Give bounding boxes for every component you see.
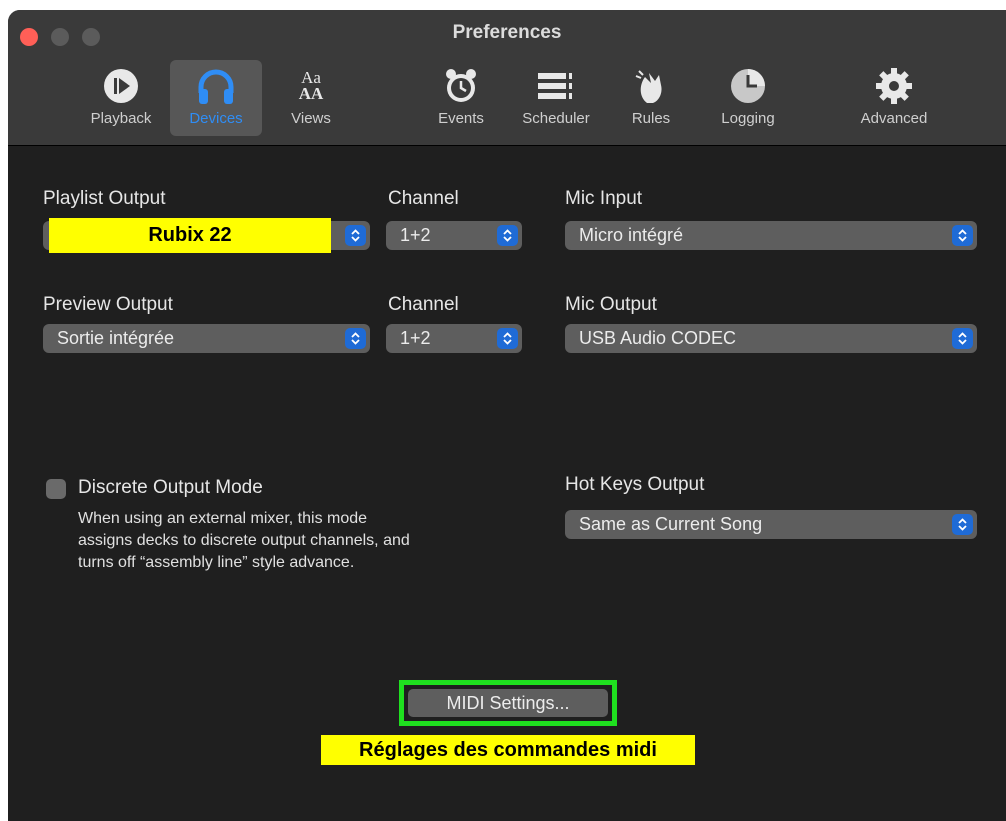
playlist-output-select[interactable]: Rubix 22 xyxy=(43,218,370,253)
preview-channel-select[interactable]: 1+2 xyxy=(386,324,522,353)
tab-advanced[interactable]: Advanced xyxy=(848,60,940,136)
tab-events[interactable]: Events xyxy=(415,60,507,136)
midi-settings-highlight: MIDI Settings... xyxy=(399,680,617,726)
mic-output-label: Mic Output xyxy=(565,294,657,315)
tab-label: Views xyxy=(291,110,331,127)
tab-label: Rules xyxy=(631,110,671,127)
tab-label: Advanced xyxy=(860,110,928,127)
tab-label: Events xyxy=(438,110,484,127)
playlist-channel-select[interactable]: 1+2 xyxy=(386,221,522,250)
hot-keys-output-label: Hot Keys Output xyxy=(565,474,705,495)
hot-keys-output-select[interactable]: Same as Current Song xyxy=(565,510,977,539)
headphones-icon xyxy=(196,66,236,106)
preview-channel-label: Channel xyxy=(388,294,459,315)
mic-input-select[interactable]: Micro intégré xyxy=(565,221,977,250)
playlist-channel-label: Channel xyxy=(388,188,459,209)
play-circle-icon xyxy=(101,66,141,106)
gear-icon xyxy=(874,66,914,106)
mic-output-value: USB Audio CODEC xyxy=(579,328,737,348)
discrete-output-mode-description: When using an external mixer, this mode … xyxy=(78,508,410,574)
preview-channel-value: 1+2 xyxy=(400,328,431,348)
discrete-output-mode-label: Discrete Output Mode xyxy=(78,477,263,498)
tab-playback[interactable]: Playback xyxy=(75,60,167,136)
preview-output-value: Sortie intégrée xyxy=(57,328,175,348)
title-bar: Preferences Playback Devices Aa AA Views xyxy=(8,10,1006,146)
numbered-list-icon xyxy=(536,66,576,106)
chevron-updown-icon xyxy=(345,328,366,349)
tab-label: Logging xyxy=(721,110,775,127)
chevron-updown-icon xyxy=(497,328,518,349)
mic-input-value: Micro intégré xyxy=(579,225,684,245)
chevron-updown-icon xyxy=(952,225,973,246)
font-size-icon: Aa AA xyxy=(291,66,331,106)
tab-label: Scheduler xyxy=(522,110,590,127)
tab-devices[interactable]: Devices xyxy=(170,60,262,136)
discrete-output-mode-checkbox[interactable] xyxy=(46,479,66,499)
playlist-output-value: Rubix 22 xyxy=(49,218,331,253)
font-glyph-bottom: AA xyxy=(298,84,324,103)
preferences-window: Preferences Playback Devices Aa AA Views xyxy=(8,10,1006,821)
preview-output-select[interactable]: Sortie intégrée xyxy=(43,324,370,353)
tab-label: Playback xyxy=(90,110,152,127)
description-line: turns off “assembly line” style advance. xyxy=(78,554,355,571)
mic-input-label: Mic Input xyxy=(565,188,643,209)
pie-clock-icon xyxy=(728,66,768,106)
hands-icon xyxy=(631,66,671,106)
tab-scheduler[interactable]: Scheduler xyxy=(510,60,602,136)
playlist-channel-value: 1+2 xyxy=(400,225,431,245)
alarm-clock-icon xyxy=(441,66,481,106)
chevron-updown-icon xyxy=(345,225,366,246)
mic-output-select[interactable]: USB Audio CODEC xyxy=(565,324,977,353)
chevron-updown-icon xyxy=(497,225,518,246)
tab-label: Devices xyxy=(189,110,243,127)
chevron-updown-icon xyxy=(952,514,973,535)
description-line: assigns decks to discrete output channel… xyxy=(78,532,410,549)
tab-views[interactable]: Aa AA Views xyxy=(265,60,357,136)
midi-annotation: Réglages des commandes midi xyxy=(321,735,695,765)
preview-output-label: Preview Output xyxy=(43,294,173,315)
hot-keys-output-value: Same as Current Song xyxy=(579,514,763,534)
window-title: Preferences xyxy=(452,22,562,43)
playlist-output-label: Playlist Output xyxy=(43,188,166,209)
description-line: When using an external mixer, this mode xyxy=(78,510,368,527)
tab-rules[interactable]: Rules xyxy=(605,60,697,136)
midi-settings-button[interactable]: MIDI Settings... xyxy=(408,689,608,717)
tab-logging[interactable]: Logging xyxy=(702,60,794,136)
devices-pane: Playlist Output Rubix 22 Channel 1+2 Mic… xyxy=(8,146,1006,821)
chevron-updown-icon xyxy=(952,328,973,349)
